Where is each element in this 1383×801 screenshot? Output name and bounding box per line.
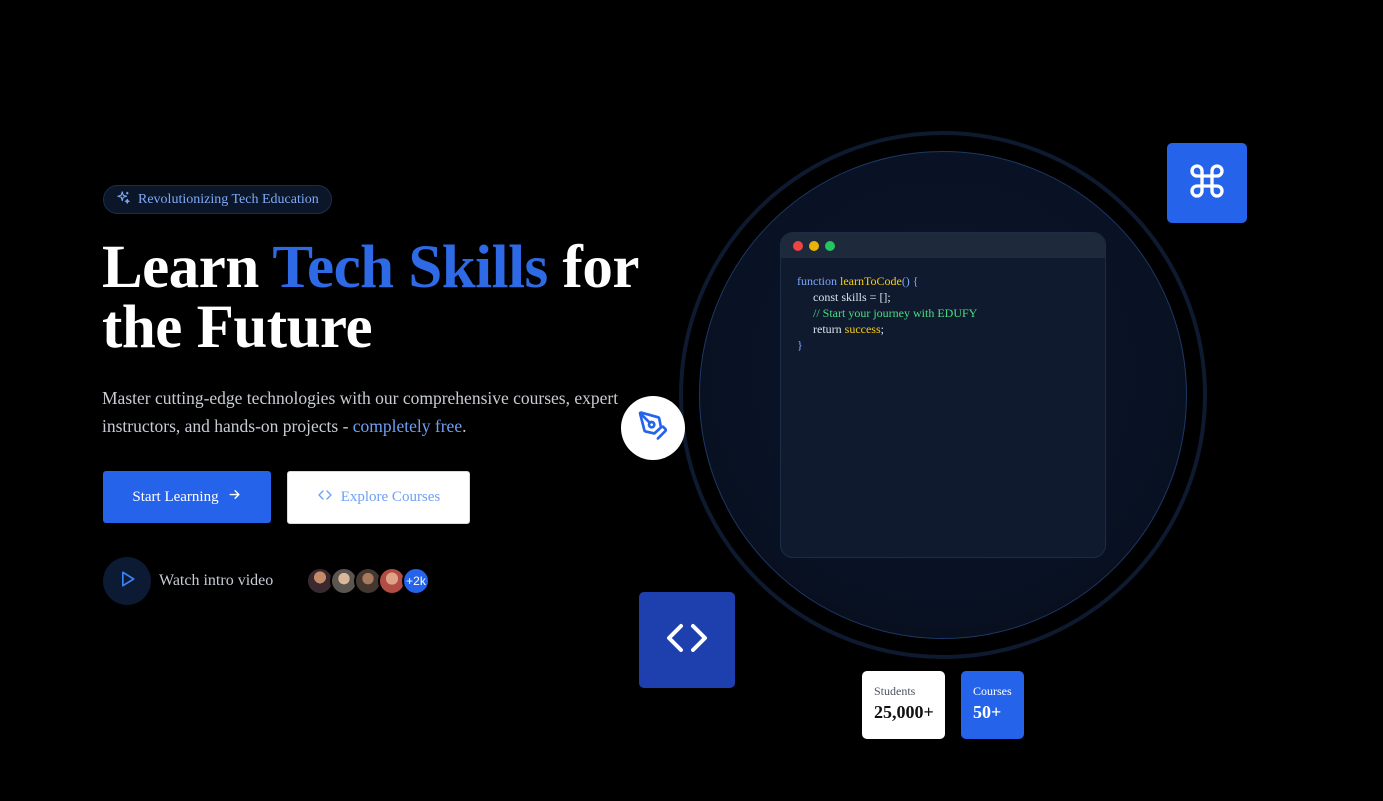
code-window: function learnToCode() { const skills = … [780,232,1106,558]
hero-subtext: Master cutting-edge technologies with ou… [102,384,622,440]
pen-tool-icon [637,410,669,447]
courses-label: Courses [973,684,1012,698]
subtext-highlight: completely free [352,416,463,436]
start-learning-button[interactable]: Start Learning [103,471,271,523]
command-tile [1167,143,1247,223]
window-dot-green [825,240,835,251]
students-stat-card: Students 25,000+ [862,671,945,739]
courses-stat-card: Courses 50+ [961,671,1024,739]
explore-courses-button[interactable]: Explore Courses [287,471,470,524]
headline-accent: Tech Skills [272,234,548,301]
pen-tool-badge [621,396,685,460]
play-icon [117,569,137,594]
code-keyword: function [797,274,840,288]
code-punctuation: () { [901,274,919,288]
code-line: function learnToCode() { [797,273,1089,289]
code-tile [639,592,735,688]
avatar-more-count: +2k [402,567,430,595]
window-dot-yellow [809,240,819,251]
code-line: const skills = []; [813,290,891,304]
code-line: return success; [797,321,1089,337]
explore-courses-label: Explore Courses [340,489,441,505]
code-function-name: learnToCode [840,274,902,288]
sparkles-icon [116,190,131,210]
headline-part1: Learn [102,234,273,301]
watch-intro-label: Watch intro video [159,572,274,589]
hero-page: Revolutionizing Tech Education Learn Tec… [0,0,1383,801]
hero-badge: Revolutionizing Tech Education [103,185,332,214]
students-label: Students [874,684,916,698]
code-punctuation: ; [880,322,884,336]
play-button[interactable] [103,557,151,605]
window-dot-red [793,240,803,251]
code-line: } [797,338,803,352]
code-brackets-icon [663,614,711,667]
start-learning-label: Start Learning [132,488,219,505]
code-return: return [813,322,845,336]
avatar-group: +2k [306,567,430,595]
watch-intro-video[interactable]: Watch intro video [103,557,273,605]
code-value: success [844,322,881,336]
students-value: 25,000+ [874,702,934,722]
code-window-titlebar [781,233,1105,258]
arrow-right-icon [227,487,242,507]
code-comment: // Start your journey with EDUFY [813,306,978,320]
subtext-end: . [462,416,467,436]
badge-text: Revolutionizing Tech Education [138,191,319,207]
command-icon [1187,161,1227,206]
code-brackets-icon [317,487,333,508]
courses-value: 50+ [973,702,1002,722]
hero-headline: Learn Tech Skills for the Future [102,237,662,358]
code-body: function learnToCode() { const skills = … [781,258,1105,368]
